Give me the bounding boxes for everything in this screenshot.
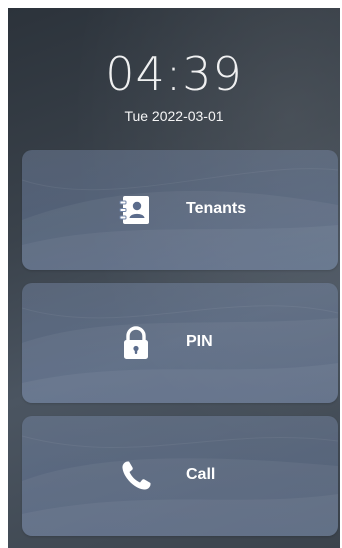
card-wave-pattern (22, 305, 338, 403)
tenants-button[interactable]: Tenants (22, 150, 338, 270)
call-button[interactable]: Call (22, 416, 338, 536)
intercom-screen: 04:39 Tue 2022-03-01 Tenants PIN Call (8, 8, 340, 548)
lock-icon (124, 326, 148, 359)
contacts-book-icon (119, 196, 149, 224)
phone-icon (122, 461, 151, 490)
clock-date: Tue 2022-03-01 (124, 108, 224, 124)
card-wave-pattern (22, 168, 338, 270)
card-wave-pattern (22, 435, 338, 536)
tenants-label: Tenants (186, 200, 247, 217)
pin-button[interactable]: PIN (22, 283, 338, 403)
call-label: Call (186, 466, 216, 483)
pin-label: PIN (186, 333, 213, 350)
clock-time: 04:39 (105, 47, 243, 101)
